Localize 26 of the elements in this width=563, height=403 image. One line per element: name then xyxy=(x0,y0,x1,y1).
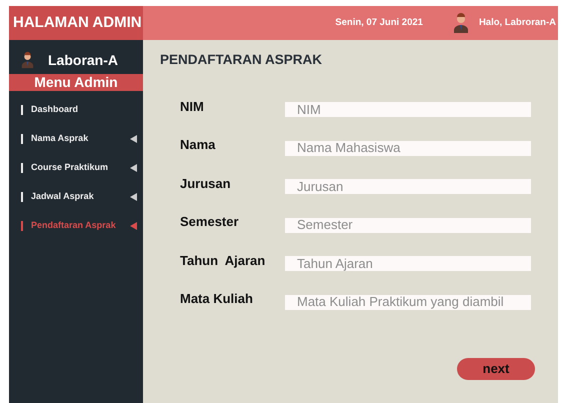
input-field[interactable]: Mata Kuliah Praktikum yang diambil xyxy=(285,294,531,310)
sidebar-item[interactable]: Pendaftaran Asprak xyxy=(31,218,116,232)
menu-heading: Menu Admin xyxy=(9,74,143,91)
input-field[interactable]: NIM xyxy=(285,102,531,117)
field-label: Semester xyxy=(180,213,240,232)
admin-title: HALAMAN ADMIN xyxy=(9,6,143,40)
sidebar-item[interactable]: Jadwal Asprak xyxy=(31,190,94,204)
field-label: Nama xyxy=(180,136,216,154)
page-title: PENDAFTARAN ASPRAK xyxy=(160,51,323,69)
next-button[interactable]: next xyxy=(457,358,535,380)
avatar-icon xyxy=(452,13,469,33)
greeting-text: Halo, Labroran-A xyxy=(478,16,556,30)
avatar-icon xyxy=(21,50,34,70)
input-field[interactable]: Semester xyxy=(285,218,531,232)
field-label: Tahun Ajaran xyxy=(180,252,266,270)
sidebar-item[interactable]: Dashboard xyxy=(31,102,78,116)
date-text: Senin, 07 Juni 2021 xyxy=(335,16,423,30)
input-field[interactable]: Nama Mahasiswa xyxy=(285,140,531,156)
sidebar-item[interactable]: Course Praktikum xyxy=(31,160,108,174)
field-label: Mata Kuliah xyxy=(180,290,254,308)
field-label: Jurusan xyxy=(180,174,232,193)
sidebar-item[interactable]: Nama Asprak xyxy=(31,132,88,146)
field-label: NIM xyxy=(180,98,205,116)
input-field[interactable]: Jurusan xyxy=(285,179,531,194)
user-name: Laboran-A xyxy=(48,50,118,70)
input-field[interactable]: Tahun Ajaran xyxy=(285,256,531,271)
